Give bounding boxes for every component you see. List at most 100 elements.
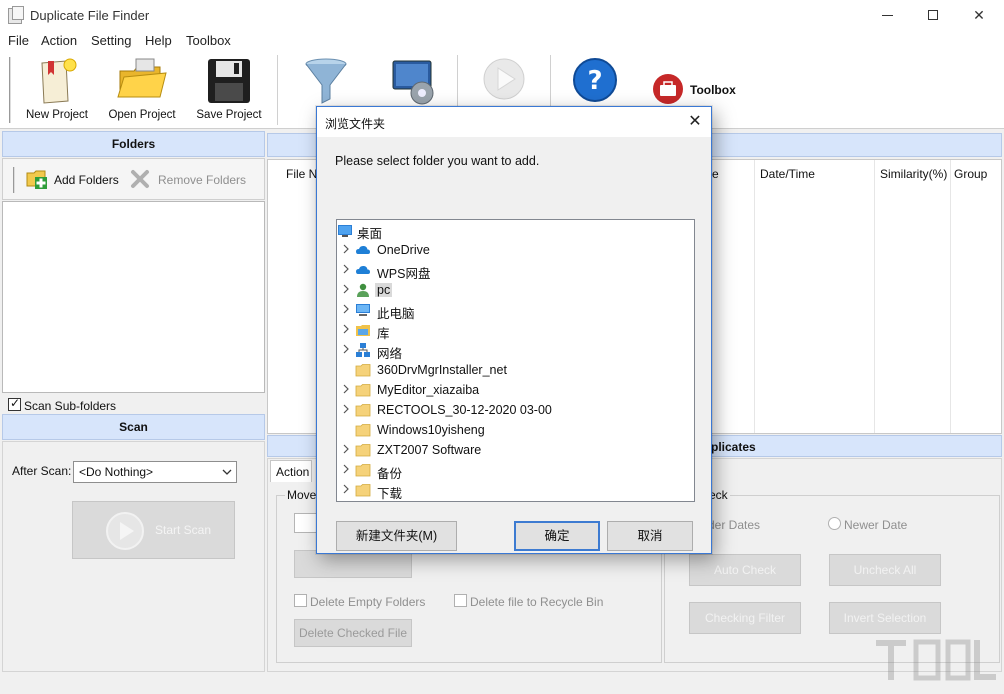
toolbar-grip[interactable] <box>9 57 11 123</box>
tree-item[interactable]: RECTOOLS_30-12-2020 03-00 <box>337 400 694 420</box>
tree-item-label: RECTOOLS_30-12-2020 03-00 <box>377 403 552 417</box>
computer-icon <box>356 304 370 316</box>
column-header-similarity[interactable]: Similarity(%) <box>880 167 947 181</box>
scan-panel: After Scan: <Do Nothing> Start Scan <box>2 441 265 672</box>
minimize-icon <box>882 15 893 16</box>
close-icon: ✕ <box>688 113 702 130</box>
chevron-right-icon[interactable] <box>341 344 351 354</box>
tree-item[interactable]: 下载 <box>337 480 694 501</box>
folder-tree[interactable]: 桌面 OneDrive WPS网盘 pc 此电脑库网络 360DrvMgrInstalle… <box>336 219 695 502</box>
recycle-bin-checkbox[interactable] <box>454 594 467 607</box>
after-scan-label: After Scan: <box>12 464 72 478</box>
app-icon <box>8 6 24 24</box>
chevron-right-icon[interactable] <box>341 444 351 454</box>
delete-checked-button[interactable]: Delete Checked File <box>294 619 412 647</box>
folders-list[interactable] <box>2 201 265 393</box>
tree-item[interactable]: Windows10yisheng <box>337 420 694 440</box>
checking-filter-button[interactable]: Checking Filter <box>689 602 801 634</box>
chevron-right-icon[interactable] <box>341 464 351 474</box>
play-icon <box>106 512 144 550</box>
chevron-right-icon[interactable] <box>341 244 351 254</box>
chevron-right-icon[interactable] <box>341 284 351 294</box>
folders-header: Folders <box>2 131 265 157</box>
tree-item[interactable]: 网络 <box>337 340 694 361</box>
move-button[interactable] <box>294 550 412 578</box>
menu-setting[interactable]: Setting <box>91 33 131 48</box>
start-scan-button[interactable]: Start Scan <box>72 501 235 559</box>
menu-toolbox[interactable]: Toolbox <box>186 33 231 48</box>
remove-folders-button[interactable]: Remove Folders <box>129 168 246 190</box>
invert-selection-button[interactable]: Invert Selection <box>829 602 941 634</box>
funnel-filter-icon <box>305 58 347 104</box>
tree-item-label: MyEditor_xiazaiba <box>377 383 480 397</box>
folder-icon <box>355 424 371 437</box>
maximize-button[interactable] <box>910 0 956 31</box>
delete-empty-checkbox[interactable] <box>294 594 307 607</box>
tree-item[interactable]: pc <box>337 280 694 300</box>
chevron-right-icon[interactable] <box>341 484 351 494</box>
left-panel: Folders Add Folders Remove Folders Scan … <box>2 131 265 672</box>
tree-item[interactable]: 桌面 <box>337 220 694 241</box>
tab-action[interactable]: Action <box>270 460 312 482</box>
scan-subfolders-checkbox[interactable] <box>8 396 21 411</box>
ok-button[interactable]: 确定 <box>514 521 600 551</box>
library-icon <box>356 325 370 336</box>
grid-column <box>874 160 875 433</box>
folder-icon <box>355 484 371 497</box>
tree-item[interactable]: 库 <box>337 320 694 341</box>
new-folder-label: 新建文件夹(M) <box>355 529 438 543</box>
menu-action[interactable]: Action <box>41 33 77 48</box>
chevron-down-icon <box>222 469 232 475</box>
cloud-icon <box>356 265 370 274</box>
chevron-right-icon[interactable] <box>341 324 351 334</box>
open-project-button[interactable]: Open Project <box>104 55 180 125</box>
dialog-title-bar: 浏览文件夹 ✕ <box>317 107 711 137</box>
tree-item[interactable]: ZXT2007 Software <box>337 440 694 460</box>
tree-item[interactable]: WPS网盘 <box>337 260 694 281</box>
new-project-icon <box>41 58 77 104</box>
folder-icon <box>355 444 371 457</box>
menu-file[interactable]: File <box>8 33 29 48</box>
auto-check-button[interactable]: Auto Check <box>689 554 801 586</box>
tree-item[interactable]: 此电脑 <box>337 300 694 321</box>
help-question-icon: ? <box>573 58 617 102</box>
tree-item[interactable]: OneDrive <box>337 240 694 260</box>
chevron-right-icon[interactable] <box>341 404 351 414</box>
close-button[interactable]: ✕ <box>956 0 1002 31</box>
dialog-prompt: Please select folder you want to add. <box>335 154 540 168</box>
chevron-right-icon[interactable] <box>341 304 351 314</box>
invert-selection-label: Invert Selection <box>843 611 927 625</box>
scan-subfolders-row: Scan Sub-folders <box>2 395 265 415</box>
uncheck-all-button[interactable]: Uncheck All <box>829 554 941 586</box>
newer-date-radio[interactable] <box>828 517 841 530</box>
menu-help[interactable]: Help <box>145 33 172 48</box>
cancel-button[interactable]: 取消 <box>607 521 693 551</box>
toolbar-separator <box>277 55 278 125</box>
dialog-close-button[interactable]: ✕ <box>683 111 707 133</box>
save-project-button[interactable]: Save Project <box>192 55 266 125</box>
tree-item[interactable]: MyEditor_xiazaiba <box>337 380 694 400</box>
window-title: Duplicate File Finder <box>30 8 150 23</box>
after-scan-select[interactable]: <Do Nothing> <box>73 461 237 483</box>
chevron-right-icon[interactable] <box>341 264 351 274</box>
network-icon <box>356 343 370 357</box>
column-header-size[interactable]: e <box>712 167 719 181</box>
add-folders-button[interactable]: Add Folders <box>25 168 119 190</box>
dialog-title: 浏览文件夹 <box>325 117 386 131</box>
tree-item[interactable]: 360DrvMgrInstaller_net <box>337 360 694 380</box>
recycle-bin-label: Delete file to Recycle Bin <box>470 595 604 609</box>
tree-item[interactable]: 备份 <box>337 460 694 481</box>
delete-empty-label: Delete Empty Folders <box>310 595 426 609</box>
minimize-button[interactable] <box>864 0 910 31</box>
floppy-disk-icon <box>208 59 250 103</box>
toolbox-button[interactable]: Toolbox <box>652 73 742 105</box>
cloud-icon <box>356 245 370 254</box>
new-folder-button[interactable]: 新建文件夹(M) <box>336 521 457 551</box>
column-header-group[interactable]: Group <box>954 167 987 181</box>
new-project-button[interactable]: New Project <box>22 55 92 125</box>
chevron-right-icon[interactable] <box>341 384 351 394</box>
move-label: Move <box>285 488 319 502</box>
column-header-datetime[interactable]: Date/Time <box>760 167 815 181</box>
add-folder-icon <box>26 170 47 189</box>
folder-icon <box>355 364 371 377</box>
